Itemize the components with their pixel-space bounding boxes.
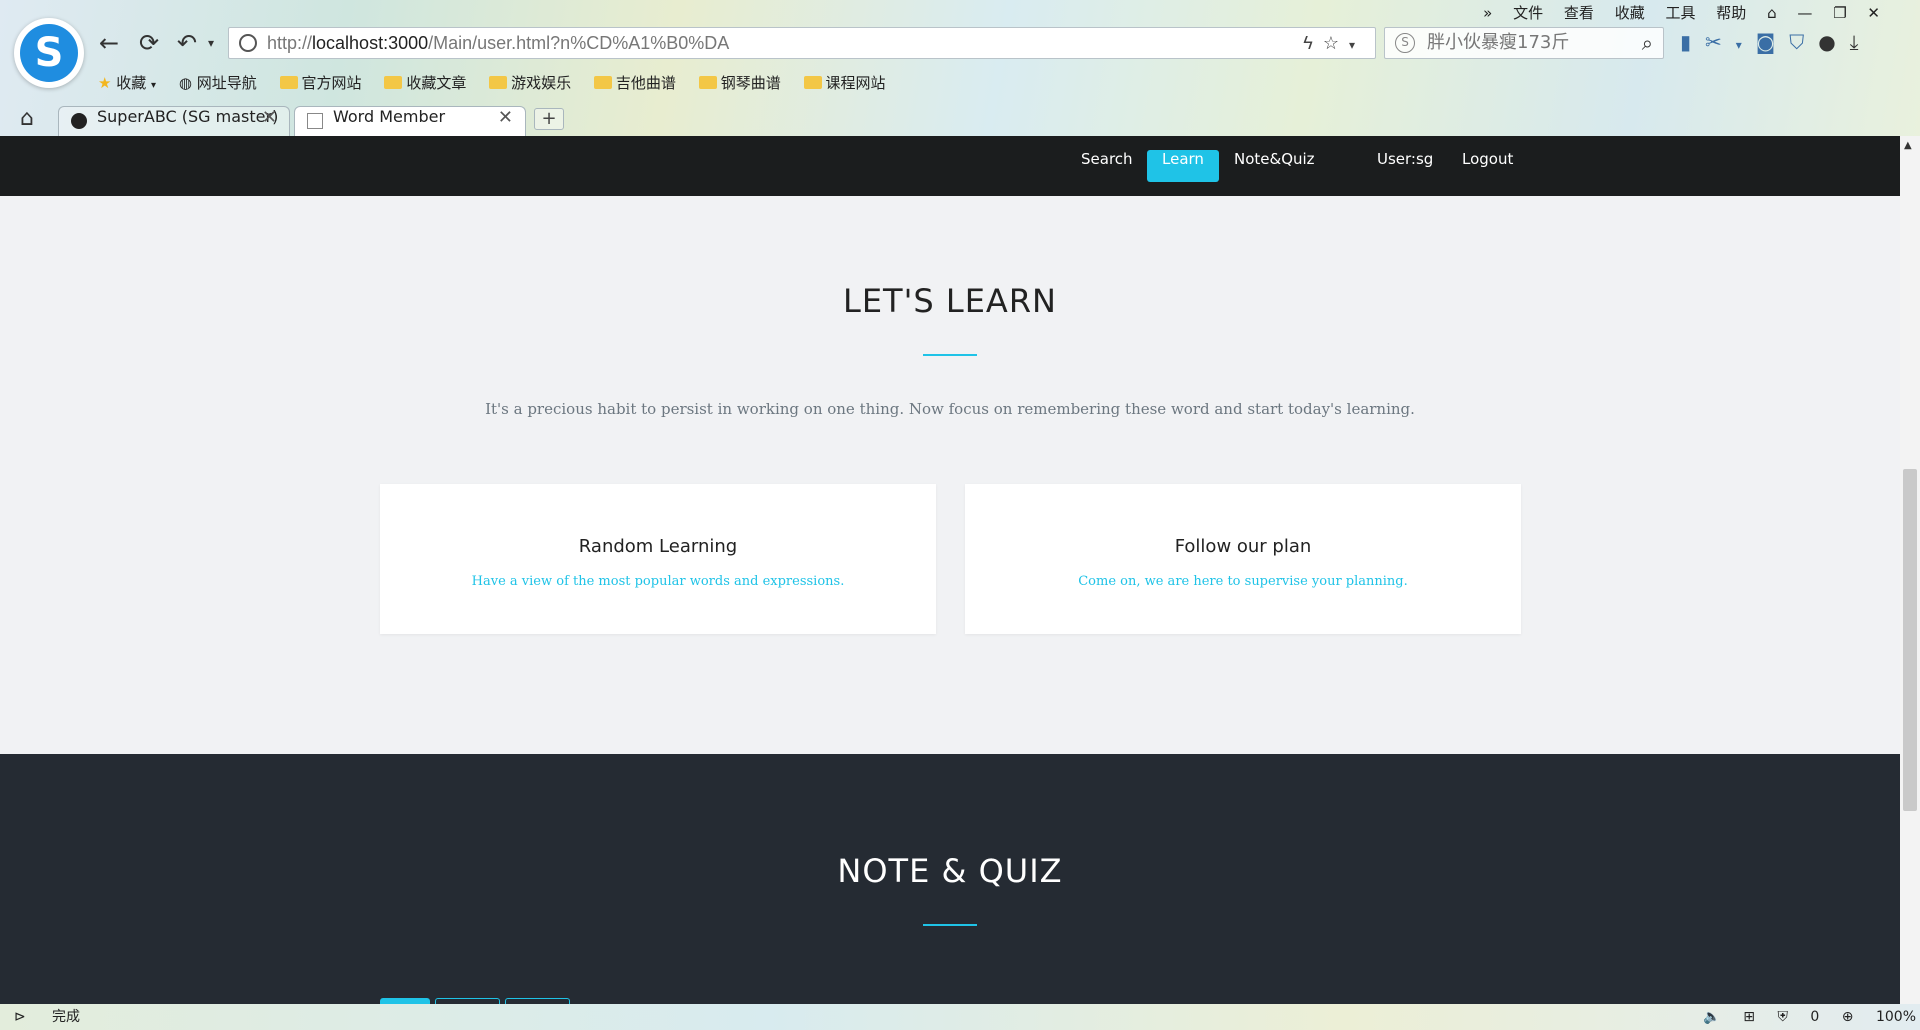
menu-tools[interactable]: 工具 [1666,4,1696,22]
learn-subtitle: It's a precious habit to persist in work… [485,400,1415,418]
close-icon[interactable]: ✕ [498,107,513,128]
bookmark-folder[interactable]: 吉他曲谱 [593,72,676,93]
star-icon[interactable]: ☆ [1323,33,1349,53]
tab-label: Word Member [333,107,446,126]
folder-icon [384,76,403,89]
sidebar-toggle-icon[interactable]: ⊳ [14,1004,26,1030]
scroll-thumb[interactable] [1903,469,1917,811]
tab-word-member[interactable]: Word Member ✕ [294,106,526,136]
bookmark-favorites[interactable]: ★ 收藏 ▾ [98,72,156,93]
note-quiz-section: NOTE & QUIZ [0,754,1900,1004]
more-icon[interactable]: ● [1818,30,1849,54]
back-arrow-icon[interactable]: ← [94,28,124,58]
chevron-down-icon: ▾ [151,80,157,91]
close-icon[interactable]: ✕ [1867,4,1880,22]
lightning-icon[interactable]: ϟ [1303,33,1323,53]
nav-learn[interactable]: Learn [1147,150,1219,182]
site-navbar: Search Learn Note&Quiz User:sg Logout [0,136,1900,196]
status-text: 完成 [52,1009,80,1025]
url-host: localhost:3000 [312,33,429,53]
tab-strip: ⌂ SuperABC (SG master) ✕ Word Member ✕ + [0,104,1920,136]
page-icon [307,113,323,129]
adblock-icon[interactable]: ⛨ 0 [1777,1009,1819,1025]
url-prefix: http:// [267,33,313,53]
folder-icon [489,76,508,89]
bookmarks-bar: ★ 收藏 ▾ ◍ 网址导航 官方网站 收藏文章 游戏娱乐 吉他曲谱 钢琴曲谱 课… [98,72,904,93]
network-icon[interactable]: ⊞ [1743,1009,1755,1025]
shield-icon [239,34,257,52]
status-right: 🔈 ⊞ ⛨ 0 ⊕ 100% [1685,1004,1916,1030]
page-viewport: Search Learn Note&Quiz User:sg Logout LE… [0,136,1900,1004]
nav-logout[interactable]: Logout [1447,150,1528,182]
home-icon[interactable]: ⌂ [20,106,34,131]
bookmark-nav[interactable]: ◍ 网址导航 [179,72,257,93]
chevron-down-icon[interactable]: ▾ [196,28,226,58]
sogou-search-icon: S [1395,33,1415,53]
search-box[interactable]: S 胖小伙暴瘦173斤 ⌕ [1384,27,1664,59]
zoom-control[interactable]: ⊕ 100% [1842,1009,1916,1025]
scrollbar[interactable]: ▲ [1900,136,1920,1004]
chevron-down-icon[interactable]: ▾ [1349,38,1365,52]
menu-file[interactable]: 文件 [1513,4,1543,22]
shield-check-icon[interactable]: ⛉ [1789,30,1818,54]
card-title: Random Learning [578,536,738,557]
folder-icon [698,76,717,89]
status-bar: ⊳ 完成 🔈 ⊞ ⛨ 0 ⊕ 100% [0,1004,1920,1030]
download-icon[interactable]: ⤓ [1850,30,1873,54]
globe-icon: ◍ [178,74,192,92]
card-title: Follow our plan [1174,536,1312,557]
bookmark-folder[interactable]: 游戏娱乐 [489,72,571,93]
folder-icon [803,76,822,89]
bookmark-folder[interactable]: 官方网站 [279,72,362,93]
learn-heading: LET'S LEARN [843,282,1057,320]
bookmark-folder[interactable]: 钢琴曲谱 [698,72,781,93]
folder-icon [593,76,612,89]
github-icon [71,113,87,129]
star-icon: ★ [98,74,112,92]
folder-icon [279,76,298,89]
menu-favorites[interactable]: 收藏 [1615,4,1645,22]
nav-note-quiz[interactable]: Note&Quiz [1219,150,1330,182]
tab-label: SuperABC (SG master) [97,107,279,126]
skin-icon[interactable]: ⌂ [1767,4,1777,22]
browser-chrome: S ← ⟳ ↶ ▾ http://localhost:3000/Main/use… [0,0,1920,136]
volume-icon[interactable]: 🔈 [1703,1009,1720,1025]
camera-icon[interactable]: ◙ [1756,30,1789,54]
minimize-icon[interactable]: — [1797,4,1812,22]
url-path: /Main/user.html?n%CD%A1%B0%DA [428,33,730,53]
toolbar-icons: ▮✂▾◙⛉●⤓ [1680,30,1873,54]
card-description: Have a view of the most popular words an… [471,574,845,589]
bookmark-icon[interactable]: ▮ [1680,30,1705,54]
scissors-icon[interactable]: ✂ [1705,30,1736,54]
sogou-s-icon: S [20,24,78,82]
magnifier-icon[interactable]: ⌕ [1642,28,1653,58]
learn-divider [923,354,977,356]
browser-logo[interactable]: S [14,18,84,88]
search-placeholder: 胖小伙暴瘦173斤 [1427,32,1570,53]
nav-user[interactable]: User:sg [1362,150,1448,182]
address-bar[interactable]: http://localhost:3000/Main/user.html?n%C… [228,27,1376,59]
plus-icon: + [541,108,557,129]
card-description: Come on, we are here to supervise your p… [1078,574,1408,589]
card-random-learning[interactable]: Random Learning Have a view of the most … [380,484,936,634]
menu-bar: » 文件 查看 收藏 工具 帮助 ⌂ — ❐ ✕ [1467,2,1880,23]
close-icon[interactable]: ✕ [262,107,277,128]
tab-superabc[interactable]: SuperABC (SG master) ✕ [58,106,290,136]
nav-search[interactable]: Search [1066,150,1148,182]
chevron-down-icon[interactable]: ▾ [1736,38,1756,52]
menu-expand-icon[interactable]: » [1483,4,1492,22]
note-quiz-heading: NOTE & QUIZ [837,852,1063,890]
bookmark-folder[interactable]: 课程网站 [803,72,886,93]
address-bar-actions: ϟ☆▾ [1303,28,1365,60]
menu-help[interactable]: 帮助 [1716,4,1746,22]
scroll-up-icon[interactable]: ▲ [1904,140,1912,151]
card-follow-plan[interactable]: Follow our plan Come on, we are here to … [965,484,1521,634]
note-quiz-divider [923,924,977,926]
bookmark-folder[interactable]: 收藏文章 [384,72,466,93]
new-tab-button[interactable]: + [534,108,564,130]
menu-view[interactable]: 查看 [1564,4,1594,22]
restore-icon[interactable]: ❐ [1833,4,1846,22]
refresh-icon[interactable]: ⟳ [134,28,164,58]
